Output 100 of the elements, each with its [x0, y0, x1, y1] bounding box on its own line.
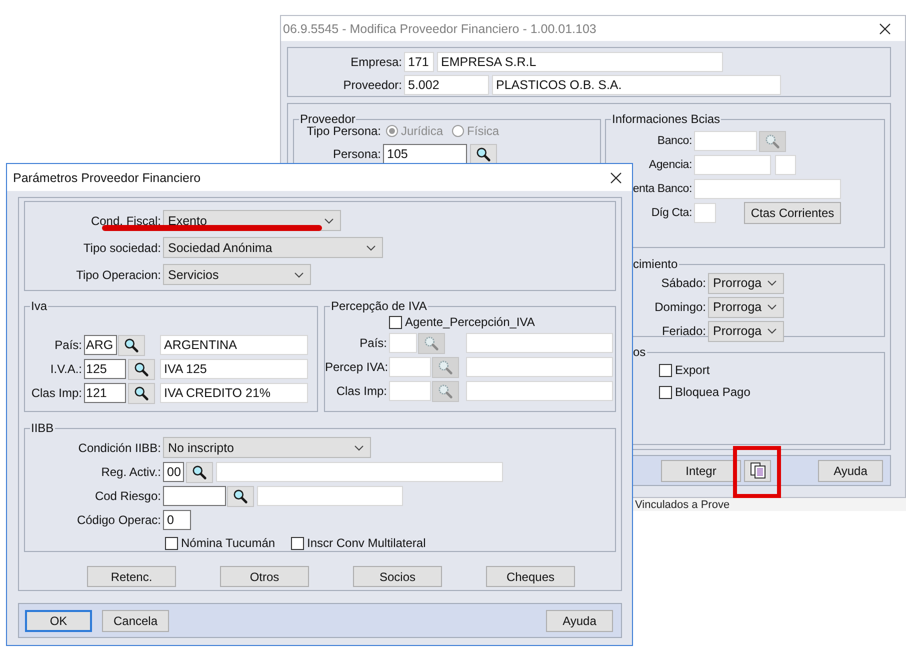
name-field[interactable]: IVA CREDITO 21%: [160, 383, 308, 403]
field-label: Tipo Operacion:: [75, 268, 162, 282]
field-label: Tipo Persona:: [306, 124, 382, 138]
code-field[interactable]: 0: [163, 510, 191, 530]
chevron-icon: [767, 280, 777, 286]
magnifier-icon: [134, 386, 149, 400]
search-button[interactable]: [186, 462, 213, 482]
checkbox-label: Inscr Conv Multilateral: [307, 536, 426, 550]
field-label: Banco:: [656, 135, 693, 147]
field-label: Cod Riesgo:: [94, 489, 162, 503]
checkbox[interactable]: [165, 536, 178, 550]
field-label: Domingo:: [654, 300, 707, 314]
field-label: Reg. Activ.:: [100, 465, 162, 479]
ctas-button[interactable]: Ctas Corrientes: [744, 202, 841, 224]
text-field[interactable]: [775, 155, 796, 175]
text-field[interactable]: [694, 203, 716, 223]
window-title: Parámetros Proveedor Financiero: [13, 170, 201, 184]
name-field[interactable]: ARGENTINA: [160, 335, 308, 355]
text-field[interactable]: [694, 155, 771, 175]
field-label: I.V.A.:: [49, 362, 83, 376]
checkbox-label: Bloquea Pago: [675, 385, 750, 399]
magnifier-icon: [765, 134, 780, 148]
code-field[interactable]: ARG: [84, 334, 117, 354]
dropdown[interactable]: Prorroga: [708, 296, 784, 318]
magnifier-icon: [476, 146, 491, 162]
name-field[interactable]: EMPRESA S.R.L: [437, 52, 723, 72]
report-button[interactable]: [744, 460, 771, 482]
field-label: Persona:: [332, 147, 382, 161]
dropdown[interactable]: Prorroga: [708, 320, 784, 342]
action-button[interactable]: Otros: [220, 566, 309, 587]
window-text: Vinculados a Prove: [635, 499, 730, 511]
help-button[interactable]: Ayuda: [818, 460, 883, 482]
name-field[interactable]: [216, 462, 503, 482]
code-field[interactable]: [163, 486, 226, 506]
search-button[interactable]: [470, 144, 497, 164]
field-label: País:: [358, 336, 388, 350]
field-label: Clas Imp:: [335, 384, 388, 398]
dropdown[interactable]: Sociedad Anónima: [163, 237, 383, 258]
chevron-icon: [767, 304, 777, 310]
close-icon[interactable]: [610, 172, 622, 184]
action-button[interactable]: Cheques: [486, 566, 575, 587]
checkbox[interactable]: [659, 364, 672, 376]
chevron-icon: [324, 218, 334, 224]
checkbox-label: Agente_Percepción_IVA: [405, 315, 535, 329]
field-label: País:: [54, 338, 83, 352]
dialog-button[interactable]: OK: [25, 610, 92, 632]
checkbox-label: Export: [675, 363, 710, 377]
dialog-button[interactable]: Cancela: [102, 610, 169, 632]
dialog-button[interactable]: Ayuda: [546, 610, 613, 632]
group-title: IIBB: [30, 421, 55, 435]
group-title: Iva: [30, 299, 48, 313]
search-button[interactable]: [128, 382, 155, 404]
code-field[interactable]: 00: [163, 462, 184, 482]
name-field[interactable]: [466, 333, 613, 353]
group-title: Informaciones Bcias: [611, 112, 722, 126]
checkbox-label: Nómina Tucumán: [181, 536, 276, 550]
field-label: Tipo sociedad:: [82, 240, 162, 254]
name-field[interactable]: IVA 125: [160, 359, 308, 379]
action-button[interactable]: Retenc.: [87, 566, 176, 587]
document-icon: [750, 462, 766, 479]
name-field[interactable]: PLASTICOS O.B. S.A.: [492, 74, 781, 94]
code-field[interactable]: 5.002: [404, 74, 489, 94]
field-label: Agencia:: [648, 159, 693, 171]
field-label: Feriado:: [660, 324, 707, 338]
chevron-icon: [767, 328, 777, 334]
search-button[interactable]: [128, 358, 155, 380]
magnifier-icon: [124, 338, 139, 352]
action-button[interactable]: Socios: [353, 566, 442, 587]
field-label: Condición IIBB:: [77, 440, 162, 454]
magnifier-icon: [424, 336, 439, 350]
close-icon[interactable]: [879, 22, 891, 34]
checkbox[interactable]: [659, 386, 672, 398]
integr-button[interactable]: Integr: [661, 460, 741, 482]
search-button[interactable]: [227, 486, 254, 506]
name-field[interactable]: [257, 486, 403, 506]
checkbox[interactable]: [291, 536, 304, 550]
code-field[interactable]: 125: [84, 358, 126, 378]
field-label: Cond. Fiscal:: [90, 214, 162, 228]
magnifier-icon: [134, 362, 149, 376]
code-field[interactable]: 105: [383, 144, 467, 164]
magnifier-icon: [438, 384, 453, 398]
code-field[interactable]: 171: [404, 52, 434, 72]
text-field[interactable]: [694, 179, 841, 199]
chevron-icon: [366, 244, 376, 250]
checkbox[interactable]: [389, 316, 402, 328]
field-label: Clas Imp:: [30, 386, 83, 400]
group-title: Percepção de IVA: [330, 299, 428, 313]
name-field[interactable]: [466, 357, 613, 377]
text-field[interactable]: [694, 131, 757, 151]
magnifier-icon: [438, 360, 453, 374]
code-field[interactable]: 121: [84, 382, 126, 402]
group-title: cimiento: [632, 257, 679, 271]
field-label: Percep IVA:: [325, 360, 389, 374]
dropdown[interactable]: Prorroga: [708, 272, 784, 294]
dropdown[interactable]: No inscripto: [163, 437, 371, 458]
field-label: Sábado:: [660, 276, 707, 290]
name-field[interactable]: [466, 381, 613, 401]
group-title: Proveedor: [299, 112, 356, 126]
search-button[interactable]: [118, 334, 145, 356]
dropdown[interactable]: Servicios: [163, 264, 311, 285]
